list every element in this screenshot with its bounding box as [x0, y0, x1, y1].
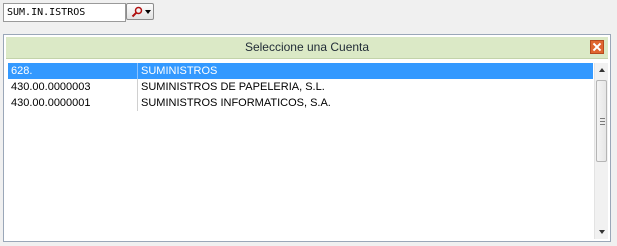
list-item[interactable]: 628. SUMINISTROS — [8, 63, 593, 79]
dialog-title: Seleccione una Cuenta — [244, 40, 370, 54]
caret-down-icon — [145, 10, 151, 14]
search-button[interactable] — [126, 3, 154, 20]
account-code: 430.00.0000003 — [11, 81, 91, 93]
account-name: SUMINISTROS INFORMATICOS, S.A. — [141, 97, 331, 109]
search-input[interactable] — [3, 3, 126, 22]
magnifier-icon — [131, 6, 143, 18]
column-divider — [137, 63, 138, 79]
account-list: 628. SUMINISTROS 430.00.0000003 SUMINISTROS… — [8, 63, 593, 239]
grip-icon — [600, 118, 605, 125]
column-divider — [137, 95, 138, 111]
account-code: 430.00.0000001 — [11, 97, 91, 109]
list-item[interactable]: 430.00.0000001 SUMINISTROS INFORMATICOS, … — [8, 95, 593, 111]
column-divider — [137, 79, 138, 95]
account-select-dialog: Seleccione una Cuenta 628. SUMINISTROS 430… — [3, 34, 611, 242]
dialog-header: Seleccione una Cuenta — [6, 37, 608, 59]
vertical-scrollbar[interactable] — [594, 63, 608, 239]
list-item[interactable]: 430.00.0000003 SUMINISTROS DE PAPELERIA, … — [8, 79, 593, 95]
scroll-down-arrow-icon[interactable] — [595, 224, 609, 239]
account-code: 628. — [11, 65, 33, 77]
account-name: SUMINISTROS — [141, 65, 218, 77]
scroll-up-arrow-icon[interactable] — [595, 63, 609, 78]
account-name: SUMINISTROS DE PAPELERIA, S.L. — [141, 81, 325, 93]
close-x-icon[interactable] — [590, 40, 604, 54]
scroll-thumb[interactable] — [596, 80, 607, 162]
